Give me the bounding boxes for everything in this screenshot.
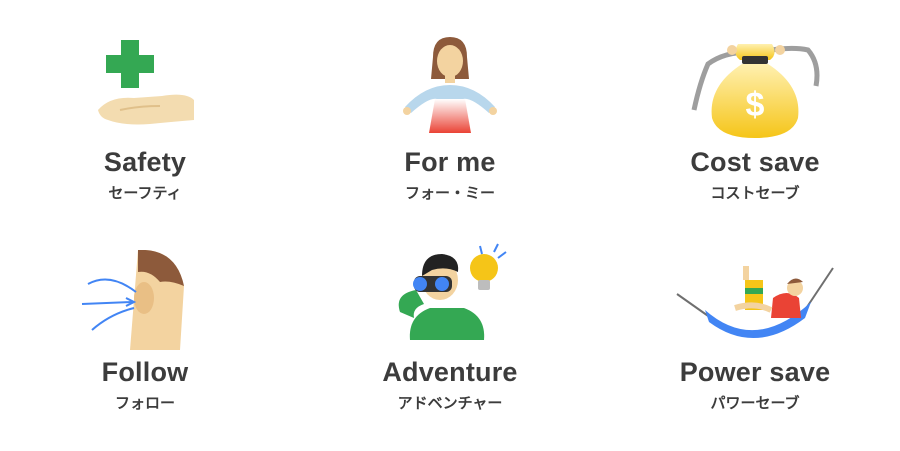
card-title: Power save <box>679 357 831 387</box>
hammock-relax-icon <box>676 266 834 339</box>
safety-card: Safety セーフティ <box>15 30 275 210</box>
card-title: For me <box>404 147 496 177</box>
card-subtitle: フォロー <box>114 394 175 412</box>
follow-card: Follow フォロー <box>15 240 275 420</box>
card-subtitle: コストセーブ <box>710 184 800 202</box>
money-bag-icon: $ <box>691 44 820 138</box>
listening-ear-icon <box>81 250 184 350</box>
card-subtitle: セーフティ <box>108 184 182 202</box>
card-title: Safety <box>103 147 187 177</box>
binoculars-lightbulb-icon <box>398 243 507 340</box>
card-title: Adventure <box>382 357 518 387</box>
card-subtitle: パワーセーブ <box>710 394 800 412</box>
hand-with-green-cross-icon <box>98 40 194 125</box>
card-title: Cost save <box>690 147 820 177</box>
woman-open-arms-icon <box>403 37 497 133</box>
adventure-card: Adventure アドベンチャー <box>320 240 580 420</box>
for-me-card: For me フォー・ミー <box>320 30 580 210</box>
power-save-card: Power save パワーセーブ <box>625 240 885 420</box>
card-subtitle: アドベンチャー <box>397 394 503 412</box>
svg-text:$: $ <box>746 86 765 124</box>
cost-save-card: $ Cost save コストセーブ <box>625 30 885 210</box>
card-title: Follow <box>101 357 189 387</box>
card-subtitle: フォー・ミー <box>404 184 495 202</box>
